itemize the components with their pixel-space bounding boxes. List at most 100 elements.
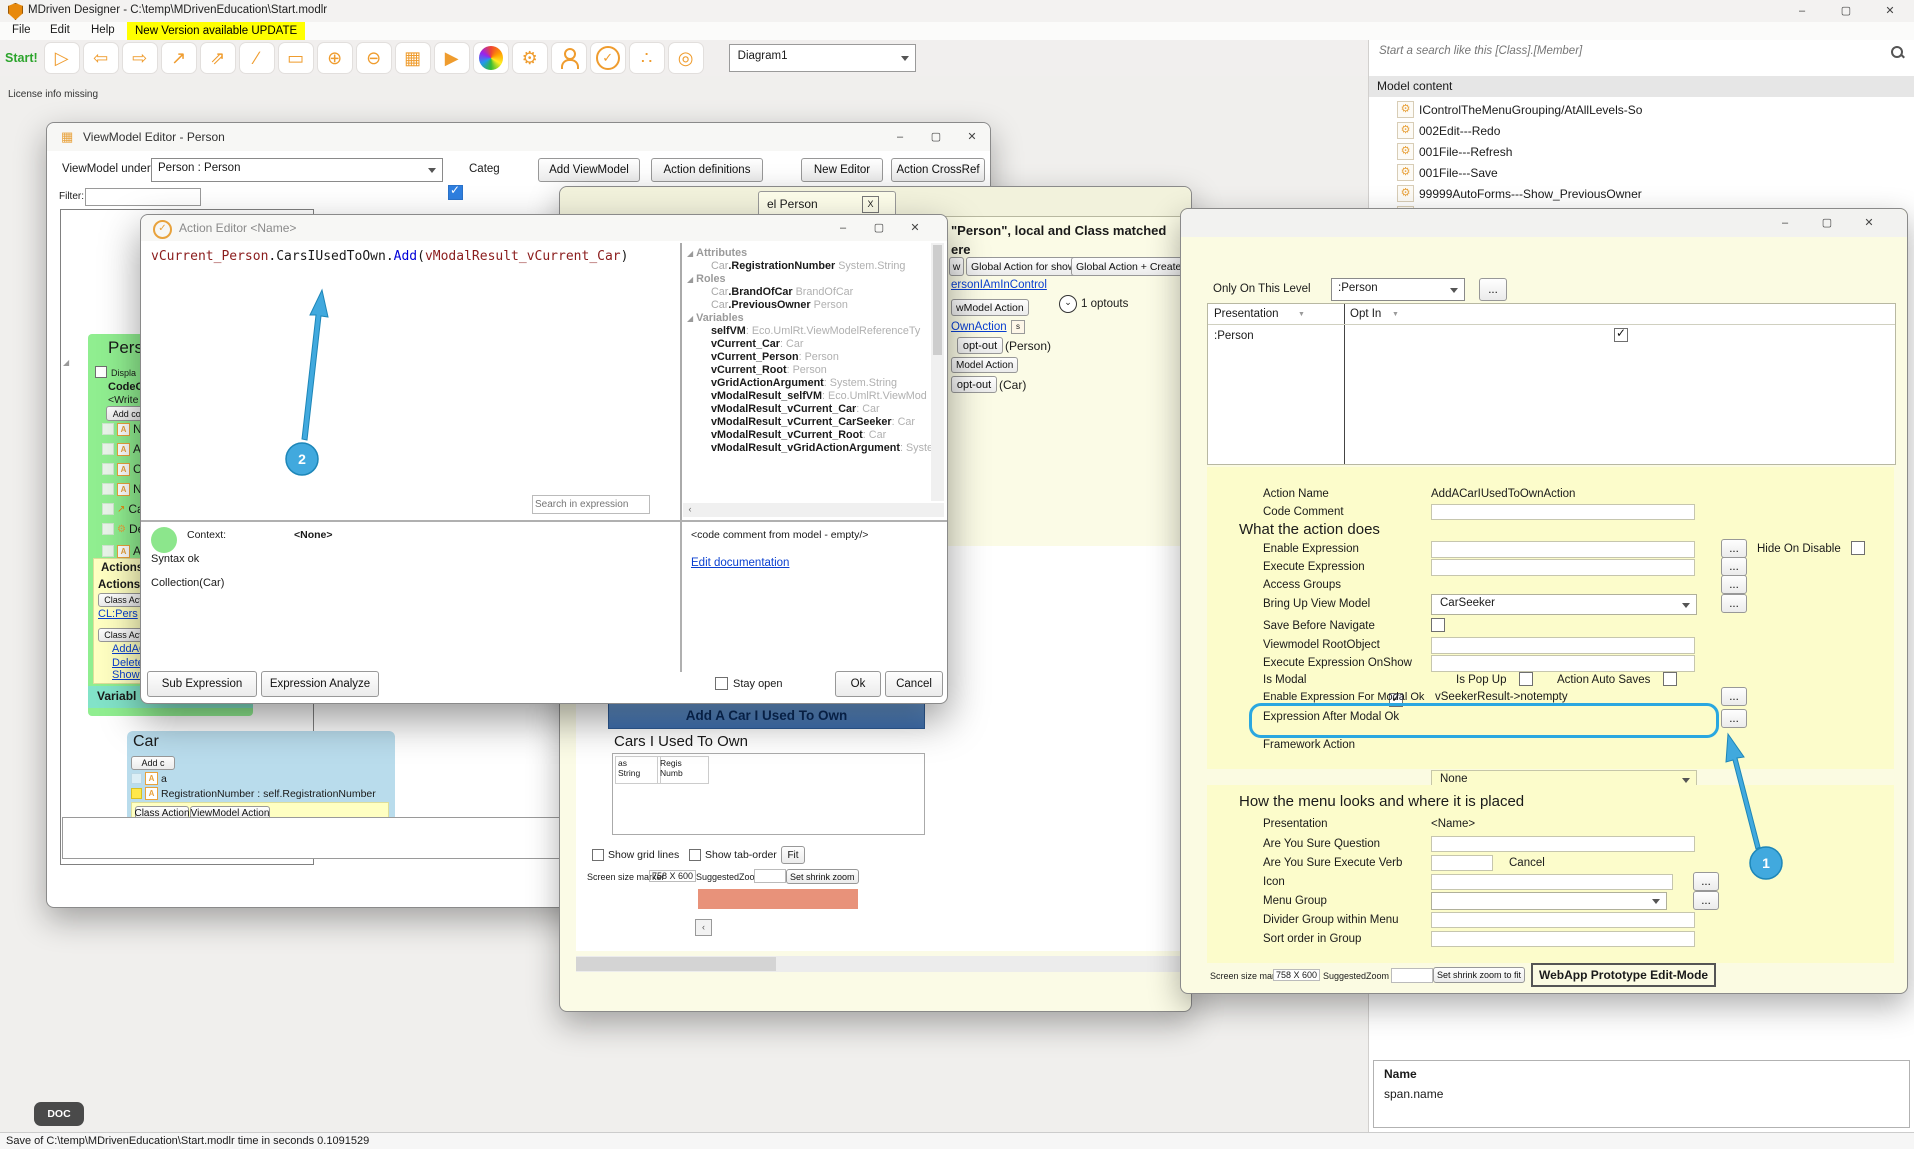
ok-button[interactable]: Ok <box>835 671 881 697</box>
main-minimize-button[interactable]: – <box>1786 0 1818 22</box>
model-item[interactable]: ⚙IControlTheMenuGrouping/AtAllLevels-So <box>1397 101 1642 118</box>
col-presentation[interactable]: Presentation <box>1214 308 1279 320</box>
doc-button[interactable]: DOC <box>34 1102 84 1126</box>
funnel-icon[interactable]: ▼ <box>1392 311 1399 318</box>
is-popup-checkbox[interactable] <box>1519 672 1533 686</box>
w3-close-button[interactable]: ✕ <box>1853 212 1885 234</box>
dashed-line-icon[interactable]: ∕ <box>239 42 275 74</box>
show-grid-lines-checkbox[interactable] <box>592 849 604 861</box>
w3-minimize-button[interactable]: – <box>1769 212 1801 234</box>
expression-after-modal-ellipsis[interactable]: ... <box>1721 709 1747 728</box>
main-close-button[interactable]: ✕ <box>1874 0 1906 22</box>
tree-row[interactable]: Car.PreviousOwner Person <box>711 299 848 311</box>
tree-vertical-scrollbar[interactable] <box>931 243 944 501</box>
tree-row[interactable]: vModalResult_selfVM: Eco.UmlRt.ViewMod <box>711 390 927 402</box>
icon-field[interactable] <box>1431 874 1673 890</box>
ownaction-link-fragment[interactable]: OwnAction <box>951 321 1007 333</box>
action-definitions-button[interactable]: Action definitions <box>651 158 763 182</box>
edit-documentation-link[interactable]: Edit documentation <box>691 557 789 569</box>
zoom-out-icon[interactable]: ⊖ <box>356 42 392 74</box>
global-action-create-button[interactable]: Global Action + Create <box>1071 257 1186 276</box>
scrollbar-thumb[interactable] <box>576 957 776 971</box>
tree-row[interactable]: vCurrent_Person: Person <box>711 351 839 363</box>
rings-icon[interactable]: ◎ <box>668 42 704 74</box>
show-tab-order-checkbox[interactable] <box>689 849 701 861</box>
only-on-this-level-dropdown[interactable]: :Person <box>1331 278 1465 301</box>
webapp-prototype-mode-badge[interactable]: WebApp Prototype Edit-Mode <box>1531 963 1716 987</box>
nav-forward-icon[interactable]: ⇨ <box>122 42 158 74</box>
association-arrow-icon[interactable]: ↗ <box>161 42 197 74</box>
code-tree-divider[interactable] <box>680 243 682 521</box>
viewmodel-rootobject-field[interactable] <box>1431 637 1695 654</box>
bring-up-ellipsis[interactable]: ... <box>1721 594 1747 613</box>
tree-row[interactable]: vCurrent_Car: Car <box>711 338 803 350</box>
model-item[interactable]: ⚙001File---Save <box>1397 164 1498 181</box>
model-item[interactable]: ⚙99999AutoForms---Show_PreviousOwner <box>1397 185 1642 202</box>
window-grid-icon[interactable]: ▦ <box>395 42 431 74</box>
w3-suggested-zoom-input[interactable] <box>1391 968 1433 983</box>
enable-modal-ok-ellipsis[interactable]: ... <box>1721 687 1747 706</box>
icon-ellipsis[interactable]: ... <box>1693 872 1719 891</box>
vm-editor-titlebar[interactable]: ▦ ViewModel Editor - Person – ▢ ✕ <box>47 123 990 151</box>
start-label[interactable]: Start! <box>5 51 38 65</box>
action-name-value[interactable]: AddACarIUsedToOwnAction <box>1431 488 1575 500</box>
are-you-sure-question-field[interactable] <box>1431 836 1695 852</box>
tree-row[interactable]: vGridActionArgument: System.String <box>711 377 897 389</box>
tree-row[interactable]: vModalResult_vCurrent_Root: Car <box>711 429 886 441</box>
car-reg-row[interactable]: ARegistrationNumber : self.RegistrationN… <box>131 787 376 800</box>
car-add-column-button[interactable]: Add c <box>131 756 175 770</box>
global-action-for-show-button[interactable]: Global Action for show <box>966 257 1080 276</box>
enable-modal-ok-value[interactable]: vSeekerResult->notempty <box>1435 691 1568 703</box>
scroll-left-arrow[interactable]: ‹ <box>683 503 697 517</box>
col-optin[interactable]: Opt In <box>1350 308 1381 320</box>
funnel-icon[interactable]: ▼ <box>1298 311 1305 318</box>
dialog-maximize-button[interactable]: ▢ <box>863 217 895 239</box>
set-shrink-zoom-fit-button[interactable]: Set shrink zoom to fit <box>1433 967 1525 983</box>
tree-row[interactable]: selfVM: Eco.UmlRt.ViewModelReferenceTy <box>711 325 920 337</box>
show-button-fragment[interactable]: w <box>949 257 964 276</box>
diagram-nodes-icon[interactable]: ∴ <box>629 42 665 74</box>
attributes-header[interactable]: Attributes <box>696 247 747 259</box>
filter-input[interactable] <box>85 188 201 206</box>
model-item[interactable]: ⚙001File---Refresh <box>1397 143 1512 160</box>
collapse-icon[interactable]: ◢ <box>687 249 693 258</box>
vm-editor-minimize-button[interactable]: – <box>884 126 916 148</box>
add-car-button[interactable]: Add A Car I Used To Own <box>608 701 925 729</box>
suggested-zoom-input[interactable] <box>754 869 786 883</box>
user-link-icon[interactable] <box>551 42 587 74</box>
expression-code-editor[interactable]: vCurrent_Person.CarsIUsedToOwn.Add(vModa… <box>145 243 677 517</box>
dialog-minimize-button[interactable]: – <box>827 217 859 239</box>
hide-on-disable-checkbox[interactable] <box>1851 541 1865 555</box>
access-groups-ellipsis[interactable]: ... <box>1721 575 1747 594</box>
tree-row[interactable]: Car.RegistrationNumber System.String <box>711 260 905 272</box>
sub-expression-button[interactable]: Sub Expression <box>147 671 257 697</box>
select-window-icon[interactable]: ▭ <box>278 42 314 74</box>
menu-file[interactable]: File <box>12 24 31 36</box>
update-banner[interactable]: New Version available UPDATE <box>127 22 305 40</box>
menu-group-ellipsis[interactable]: ... <box>1693 891 1719 910</box>
zoom-in-icon[interactable]: ⊕ <box>317 42 353 74</box>
model-search-box[interactable] <box>1373 42 1907 64</box>
execute-expression-ellipsis[interactable]: ... <box>1721 557 1747 576</box>
fit-button[interactable]: Fit <box>781 846 805 864</box>
action-auto-saves-checkbox[interactable] <box>1663 672 1677 686</box>
expression-mini-icon[interactable]: s <box>1011 320 1025 334</box>
optout-person-button[interactable]: opt-out <box>957 337 1003 354</box>
optin-checkbox[interactable] <box>1614 328 1628 342</box>
cars-grid[interactable]: as String Regis Numb <box>612 753 925 835</box>
set-shrink-zoom-button[interactable]: Set shrink zoom <box>786 869 859 884</box>
menu-help[interactable]: Help <box>91 24 115 36</box>
diagram-selector[interactable]: Diagram1 <box>729 44 916 72</box>
menu-edit[interactable]: Edit <box>50 24 70 36</box>
are-you-sure-verb-field[interactable] <box>1431 855 1493 871</box>
nav-back-icon[interactable]: ⇦ <box>83 42 119 74</box>
grid-col-header[interactable]: Regis Numb <box>657 756 709 784</box>
dialog-titlebar[interactable]: ✓ Action Editor <Name> – ▢ ✕ <box>141 215 947 241</box>
categ-checkbox[interactable] <box>448 185 463 200</box>
pointer-arrow-icon[interactable]: ⇗ <box>200 42 236 74</box>
viewmodel-under-edit-combo[interactable]: Person : Person <box>151 158 443 182</box>
model-search-input[interactable] <box>1377 44 1881 58</box>
collapse-icon[interactable]: ◢ <box>687 314 693 323</box>
execute-expression-field[interactable] <box>1431 559 1695 576</box>
roles-header[interactable]: Roles <box>696 273 725 285</box>
